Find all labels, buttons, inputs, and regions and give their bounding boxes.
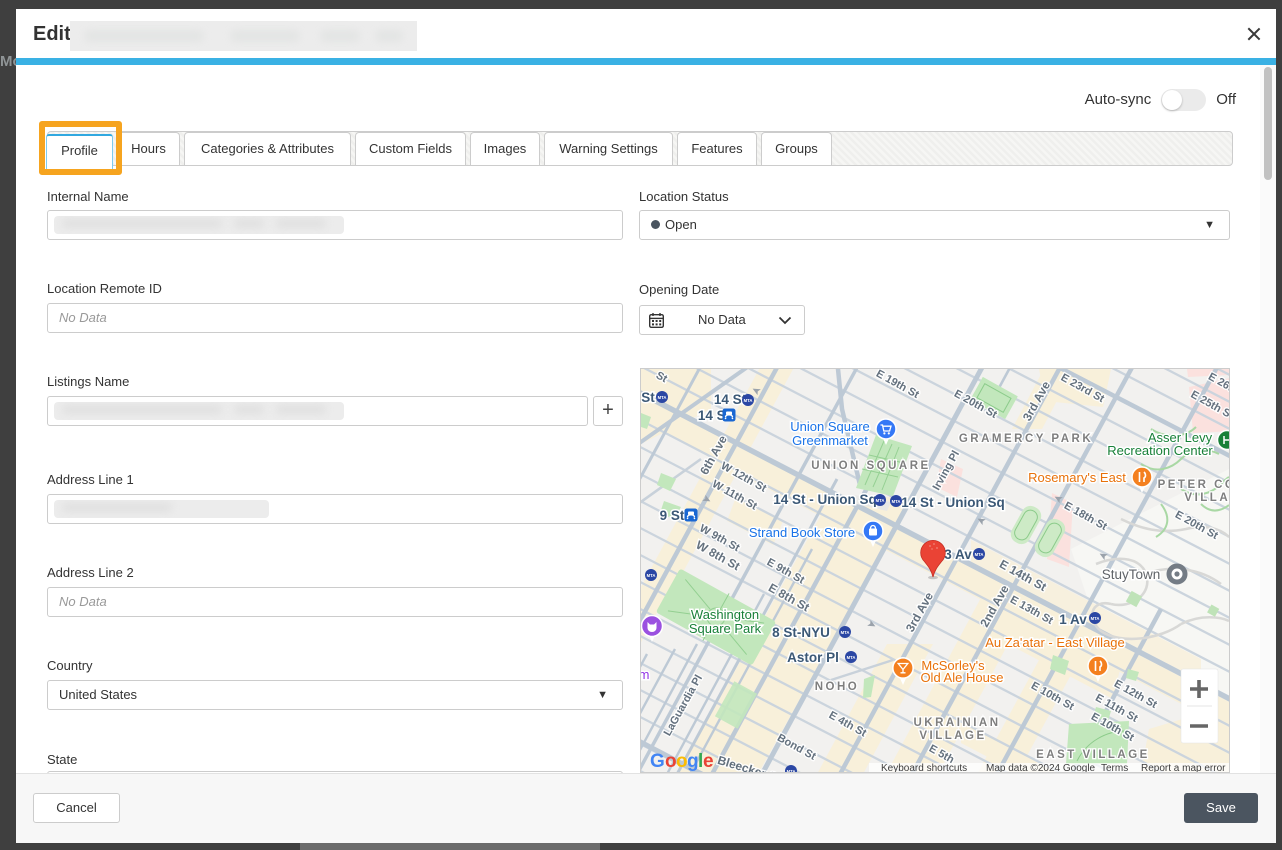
svg-text:1 Av: 1 Av bbox=[1059, 612, 1087, 627]
svg-text:Recreation Center: Recreation Center bbox=[1107, 443, 1213, 458]
svg-text:PETER CO: PETER CO bbox=[1158, 479, 1229, 491]
svg-text:UKRAINIAN: UKRAINIAN bbox=[913, 717, 1000, 729]
svg-text:e: e bbox=[703, 751, 714, 772]
svg-text:o: o bbox=[676, 751, 688, 772]
svg-text:G: G bbox=[650, 751, 665, 772]
svg-text:Rosemary's East: Rosemary's East bbox=[1028, 470, 1126, 485]
svg-text:VILLAG: VILLAG bbox=[1184, 492, 1229, 504]
svg-text:Union Square: Union Square bbox=[790, 419, 870, 434]
svg-text:Terms: Terms bbox=[1101, 763, 1128, 772]
svg-text:9 St: 9 St bbox=[660, 508, 685, 523]
svg-text:14 St - Union Sq: 14 St - Union Sq bbox=[901, 495, 1005, 510]
svg-text:Astor Pl: Astor Pl bbox=[787, 650, 839, 665]
svg-text:UNION SQUARE: UNION SQUARE bbox=[811, 460, 930, 472]
svg-text:Report a map error: Report a map error bbox=[1141, 763, 1226, 772]
svg-text:14 St - Union Sq: 14 St - Union Sq bbox=[773, 492, 877, 507]
svg-text:StuyTown: StuyTown bbox=[1102, 567, 1161, 582]
svg-text:Washington: Washington bbox=[691, 607, 759, 622]
svg-text:g: g bbox=[687, 751, 699, 772]
svg-text:14 St: 14 St bbox=[714, 392, 747, 407]
svg-text:3 Av: 3 Av bbox=[944, 547, 972, 562]
svg-text:GRAMERCY PARK: GRAMERCY PARK bbox=[959, 433, 1093, 445]
svg-text:Old Ale House: Old Ale House bbox=[920, 670, 1003, 685]
svg-text:Strand Book Store: Strand Book Store bbox=[749, 525, 855, 540]
svg-text:EAST VILLAGE: EAST VILLAGE bbox=[1036, 749, 1150, 761]
svg-text:NOHO: NOHO bbox=[815, 681, 860, 693]
svg-text:VILLAGE: VILLAGE bbox=[919, 730, 986, 742]
svg-text:Greenmarket: Greenmarket bbox=[792, 433, 868, 448]
svg-text:Square Park: Square Park bbox=[689, 621, 762, 636]
svg-text:m: m bbox=[641, 667, 649, 682]
svg-text:Keyboard shortcuts: Keyboard shortcuts bbox=[881, 763, 967, 772]
svg-text:Au Za'atar - East Village: Au Za'atar - East Village bbox=[985, 635, 1125, 650]
svg-text:8 St-NYU: 8 St-NYU bbox=[772, 625, 830, 640]
svg-text:Map data ©2024 Google: Map data ©2024 Google bbox=[986, 763, 1096, 772]
svg-text:o: o bbox=[665, 751, 677, 772]
svg-text:St: St bbox=[641, 390, 655, 405]
